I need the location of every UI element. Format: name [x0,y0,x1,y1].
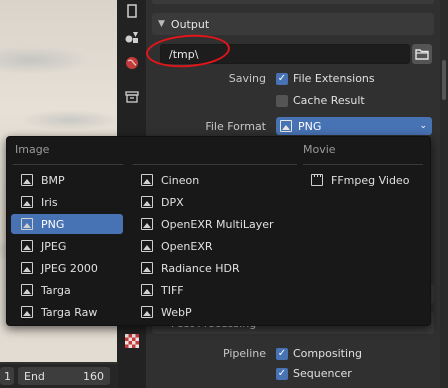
image-file-icon [141,196,153,208]
image-file-icon [280,120,292,132]
format-option-png[interactable]: PNG [11,214,123,234]
sequencer-label: Sequencer [293,367,352,380]
format-option-bmp[interactable]: BMP [11,170,123,190]
format-option-label: Targa Raw [41,305,98,319]
format-option-tiff[interactable]: TIFF [131,280,297,300]
format-option-label: Radiance HDR [161,261,240,275]
format-option-dpx[interactable]: DPX [131,192,297,212]
collection-tab-icon[interactable] [121,86,143,108]
format-option-jpeg[interactable]: JPEG [11,236,123,256]
format-option-webp[interactable]: WebP [131,302,297,322]
compositing-label: Compositing [293,347,362,360]
file-format-label: File Format [205,120,266,133]
output-panel-header[interactable]: ▼ Output [152,13,434,35]
image-col2-divider [133,164,297,165]
movie-column-header: Movie [303,143,336,156]
format-option-label: JPEG [41,239,67,253]
format-option-label: TIFF [161,283,184,297]
image-file-icon [141,262,153,274]
checkmark-icon: ✓ [276,367,288,380]
scrollbar-thumb[interactable] [442,60,446,100]
file-extensions-checkbox[interactable]: ✓ File Extensions [276,72,375,85]
format-option-label: PNG [41,217,65,231]
pipeline-label: Pipeline [222,347,266,360]
frame-end-label: End [24,369,45,383]
format-option-iris[interactable]: Iris [11,192,123,212]
image-file-icon [21,218,33,230]
format-option-cineon[interactable]: Cineon [131,170,297,190]
saving-label: Saving [228,72,266,85]
image-file-icon [141,306,153,318]
image-file-icon [21,262,33,274]
format-option-openexr[interactable]: OpenEXR [131,236,297,256]
image-file-icon [21,306,33,318]
movie-file-icon [311,174,323,186]
format-option-label: Cineon [161,173,200,187]
format-option-targa-raw[interactable]: Targa Raw [11,302,123,322]
image-file-icon [21,196,33,208]
format-option-radiance-hdr[interactable]: Radiance HDR [131,258,297,278]
properties-scrollbar[interactable] [440,0,448,388]
frame-end-value: 160 [83,369,104,383]
compositing-checkbox[interactable]: ✓ Compositing [276,347,362,360]
format-option-label: FFmpeg Video [331,173,410,187]
format-option-label: DPX [161,195,184,209]
image-column-header: Image [15,143,50,156]
texture-tab-icon[interactable] [121,330,143,352]
image-col1-divider [13,164,123,165]
file-format-dropdown[interactable]: PNG ⌄ [276,117,432,135]
format-option-label: OpenEXR MultiLayer [161,217,274,231]
movie-divider [303,164,423,165]
format-option-label: WebP [161,305,192,319]
frame-end-field[interactable]: End 160 [18,367,110,385]
checkbox-empty-icon [276,94,288,107]
timeline-bar: 1 End 160 [0,364,118,388]
chevron-down-icon: ⌄ [419,121,427,131]
image-file-icon [141,240,153,252]
frame-start-field[interactable]: 1 [0,367,14,385]
format-option-jpeg-2000[interactable]: JPEG 2000 [11,258,123,278]
checkmark-icon: ✓ [276,72,288,85]
file-format-value: PNG [298,119,322,133]
format-option-label: Targa [41,283,71,297]
chevron-down-icon: ▼ [158,19,165,29]
object-data-tab-icon[interactable] [121,26,143,48]
file-format-menu: Image Movie BMP Iris PNG JPEG JPEG 2000 Targa… [6,136,431,326]
format-option-targa[interactable]: Targa [11,280,123,300]
format-option-label: Iris [41,195,58,209]
format-option-label: BMP [41,173,65,187]
browse-folder-button[interactable] [412,44,432,64]
image-file-icon [141,174,153,186]
folder-icon [415,49,429,60]
image-file-icon [141,284,153,296]
format-option-ffmpeg-video[interactable]: FFmpeg Video [301,170,425,190]
scene-tab-icon[interactable] [121,0,143,22]
image-file-icon [21,174,33,186]
cache-result-checkbox[interactable]: Cache Result [276,94,365,107]
world-tab-icon[interactable] [121,52,143,74]
image-file-icon [141,218,153,230]
image-file-icon [21,284,33,296]
format-option-label: JPEG 2000 [41,261,98,275]
format-option-label: OpenEXR [161,239,213,253]
format-option-openexr-multilayer[interactable]: OpenEXR MultiLayer [131,214,297,234]
file-extensions-label: File Extensions [293,72,375,85]
cache-result-label: Cache Result [293,94,365,107]
checkmark-icon: ✓ [276,347,288,360]
frame-start-value: 1 [4,369,11,383]
stereoscopy-panel-header[interactable]: ▶ [152,0,434,4]
output-panel-title: Output [170,17,210,31]
sequencer-checkbox[interactable]: ✓ Sequencer [276,367,352,380]
image-file-icon [21,240,33,252]
